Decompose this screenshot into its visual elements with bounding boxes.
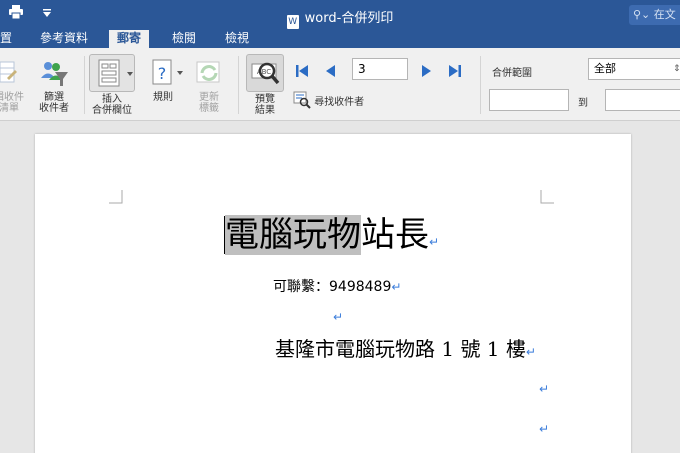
edit-recipient-list-label: 編輯收件 者清單 [0,92,24,114]
merge-range-value: 全部 [594,62,616,75]
tab-mailings[interactable]: 郵寄 [109,30,150,48]
ribbon: 編輯收件 者清單 篩選 收件者 插入 合併欄位 ? 規則 更新 標籤 ABC 預… [0,48,680,121]
document-page[interactable]: 電腦玩物站長↵ 可聯繫：9498489↵ ↵ 基隆市電腦玩物路 1 號 1 樓↵… [35,134,631,453]
filter-recipients-label: 篩選 收件者 [39,92,69,114]
merge-range-from-input[interactable] [489,89,569,111]
tab-view[interactable]: 檢視 [225,30,249,48]
ribbon-separator [84,56,85,114]
empty-paragraph[interactable]: ↵ [333,306,343,325]
paragraph-mark: ↵ [429,235,440,249]
update-labels-label: 更新 標籤 [199,92,219,114]
window-title: Wword-合併列印 [286,11,394,29]
tab-references[interactable]: 參考資料 [40,30,88,48]
select-arrows-icon: ⇕ [673,64,680,74]
chevron-down-icon [127,72,133,76]
paragraph-mark: ↵ [391,280,402,294]
svg-text:?: ? [158,64,167,83]
search-placeholder: 在文 [653,8,676,21]
preview-results-icon: ABC [251,62,280,85]
margin-corner-top-right [540,190,554,204]
insert-merge-field-label: 插入 合併欄位 [92,94,132,116]
paragraph-mark: ↵ [539,382,550,396]
next-record-button[interactable] [417,61,437,81]
rules-button[interactable]: ? 規則 [143,58,183,103]
address-text: 基隆市電腦玩物路 1 號 1 樓 [275,337,526,361]
last-record-button[interactable] [445,61,465,81]
phone-text: 可聯繫：9498489 [273,279,392,295]
merge-field-icon [98,59,120,87]
preview-results-button[interactable]: ABC [246,54,284,92]
rules-icon: ? [148,58,178,88]
update-labels-button[interactable]: 更新 標籤 [188,58,230,114]
last-record-icon [449,65,461,77]
find-recipient-button[interactable]: 尋找收件者 [293,91,364,109]
tab-layout[interactable]: 置 [0,30,12,48]
rules-chevron-down-icon [177,71,183,75]
paragraph-mark: ↵ [525,345,536,359]
merge-range-select[interactable]: 全部 ⇕ [588,58,680,80]
record-number-input[interactable]: 3 [352,58,408,80]
search-icon: ⚲⌄ [633,8,651,21]
merge-range-to-input[interactable] [605,89,680,111]
margin-corner-top-left [109,190,123,204]
filter-recipients-button[interactable]: 篩選 收件者 [32,58,76,114]
find-recipient-icon [293,91,311,109]
document-canvas: 電腦玩物站長↵ 可聯繫：9498489↵ ↵ 基隆市電腦玩物路 1 號 1 樓↵… [0,121,680,453]
rules-label: 規則 [153,92,173,103]
search-box[interactable]: ⚲⌄ 在文 [629,5,680,25]
tab-review[interactable]: 檢閱 [172,30,196,48]
merge-range-to-label: 到 [578,98,588,109]
recipient-list-icon [0,58,19,88]
edit-recipient-list-button[interactable]: 編輯收件 者清單 [0,58,26,114]
insert-merge-field-button[interactable] [89,54,135,92]
empty-paragraph[interactable]: ↵ [539,378,549,397]
merge-range-label: 合併範圍 [492,68,532,79]
filter-recipients-icon [39,58,69,88]
paragraph-mark: ↵ [539,422,550,436]
preview-results-label: 預覽 結果 [255,94,275,116]
ribbon-tabs: 置 參考資料 郵寄 檢閱 檢視 [0,30,680,48]
phone-line[interactable]: 可聯繫：9498489↵ [273,276,401,296]
ribbon-separator [238,56,239,114]
update-labels-icon [194,58,224,88]
title-bar: Wword-合併列印 ⚲⌄ 在文 [0,0,680,30]
previous-record-button[interactable] [320,61,340,81]
recipient-name-line[interactable]: 電腦玩物站長↵ [224,213,439,264]
find-recipient-label: 尋找收件者 [314,97,365,108]
first-record-button[interactable] [292,61,312,81]
word-document-icon: W [286,15,299,29]
paragraph-mark: ↵ [333,310,344,324]
previous-record-icon [326,65,335,77]
name-title: 站長 [361,215,429,255]
address-line[interactable]: 基隆市電腦玩物路 1 號 1 樓↵ [275,333,536,362]
ribbon-separator [480,56,481,114]
next-record-icon [422,65,431,77]
merge-field-highlighted: 電腦玩物 [225,215,361,255]
empty-paragraph[interactable]: ↵ [539,418,549,437]
first-record-icon [296,65,308,77]
